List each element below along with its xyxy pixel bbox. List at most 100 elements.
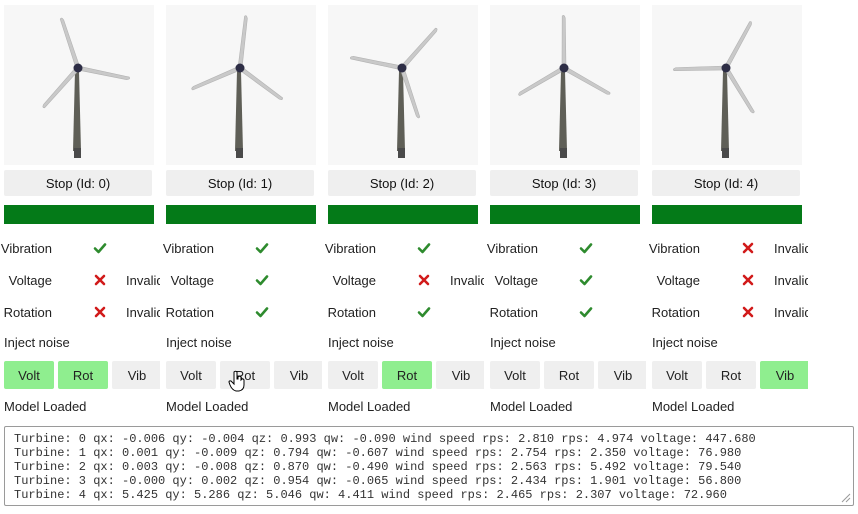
model-status: Model Loaded <box>490 399 573 414</box>
model-status: Model Loaded <box>328 399 411 414</box>
cross-icon <box>742 242 754 254</box>
rotation-label: Rotation <box>165 305 214 320</box>
status-bar <box>166 205 316 224</box>
turbine-tower <box>397 71 405 151</box>
vibration-label: Vibration <box>0 241 52 256</box>
noise-rot-button[interactable]: Rot <box>58 361 108 389</box>
check-row-voltage: Voltage <box>486 271 646 291</box>
noise-volt-button[interactable]: Volt <box>4 361 54 389</box>
noise-rot-button[interactable]: Rot <box>706 361 756 389</box>
rotation-message: Invalid <box>126 305 160 320</box>
voltage-label: Voltage <box>656 273 700 288</box>
turbine-blade <box>77 65 130 80</box>
turbine-base <box>722 148 729 158</box>
turbine-tower <box>721 71 729 151</box>
check-row-vibration: Vibration <box>162 239 322 259</box>
turbine-blade <box>59 17 81 70</box>
voltage-label: Voltage <box>170 273 214 288</box>
vibration-label: Vibration <box>324 241 376 256</box>
noise-vib-button[interactable]: Vib <box>760 361 808 389</box>
checkmark-icon <box>255 275 269 286</box>
voltage-message: Invalid <box>126 273 160 288</box>
rotation-label: Rotation <box>489 305 538 320</box>
vibration-label: Vibration <box>162 241 214 256</box>
noise-rot-button[interactable]: Rot <box>544 361 594 389</box>
check-row-vibration: Vibration <box>486 239 646 259</box>
voltage-label: Voltage <box>494 273 538 288</box>
check-row-voltage: Voltage Invalid <box>324 271 484 291</box>
noise-volt-button[interactable]: Volt <box>328 361 378 389</box>
log-line: Turbine: 2 qx: 0.003 qy: -0.008 qz: 0.87… <box>14 460 742 474</box>
noise-rot-button[interactable]: Rot <box>382 361 432 389</box>
turbine-base <box>560 148 567 158</box>
hand-cursor-icon <box>228 370 245 392</box>
check-row-vibration: Vibration <box>0 239 160 259</box>
check-row-vibration: Vibration Invalid <box>648 239 808 259</box>
turbine-view <box>4 5 154 165</box>
log-line: Turbine: 1 qx: 0.001 qy: -0.009 qz: 0.79… <box>14 446 742 460</box>
turbine-hub <box>235 63 245 73</box>
checkmark-icon <box>417 243 431 254</box>
resize-grip-icon[interactable] <box>841 493 851 503</box>
status-bar <box>490 205 640 224</box>
voltage-message: Invalid <box>774 273 808 288</box>
vibration-label: Vibration <box>486 241 538 256</box>
telemetry-log[interactable]: Turbine: 0 qx: -0.006 qy: -0.004 qz: 0.9… <box>4 426 854 506</box>
vibration-message: Invalid <box>774 241 808 256</box>
rotation-label: Rotation <box>3 305 52 320</box>
turbine-blade <box>350 56 403 71</box>
turbine-blade <box>562 65 611 95</box>
wind-turbine-icon <box>42 17 130 158</box>
turbine-blade <box>42 66 80 109</box>
checkmark-icon <box>417 307 431 318</box>
turbine-tower <box>235 71 243 151</box>
turbine-view <box>652 5 802 165</box>
turbine-view <box>166 5 316 165</box>
stop-button[interactable]: Stop (Id: 3) <box>490 170 638 196</box>
voltage-label: Voltage <box>8 273 52 288</box>
inject-noise-label: Inject noise <box>328 335 394 350</box>
turbine-view <box>490 5 640 165</box>
model-status: Model Loaded <box>166 399 249 414</box>
status-bar <box>4 205 154 224</box>
noise-volt-button[interactable]: Volt <box>166 361 216 389</box>
noise-vib-button[interactable]: Vib <box>112 361 160 389</box>
cross-icon <box>418 274 430 286</box>
inject-noise-label: Inject noise <box>4 335 70 350</box>
turbine-panels: Stop (Id: 0) Vibration Voltage Invalid Rotat… <box>0 0 858 424</box>
noise-volt-button[interactable]: Volt <box>652 361 702 389</box>
noise-volt-button[interactable]: Volt <box>490 361 540 389</box>
rotation-label: Rotation <box>651 305 700 320</box>
log-line: Turbine: 3 qx: -0.000 qy: 0.002 qz: 0.95… <box>14 474 742 488</box>
turbine-blade <box>237 15 248 69</box>
noise-vib-button[interactable]: Vib <box>598 361 646 389</box>
checkmark-icon <box>579 307 593 318</box>
turbine-panel: Stop (Id: 0) Vibration Voltage Invalid Rotat… <box>0 0 160 424</box>
turbine-base <box>236 148 243 158</box>
status-bar <box>652 205 802 224</box>
log-line: Turbine: 0 qx: -0.006 qy: -0.004 qz: 0.9… <box>14 432 756 446</box>
check-row-vibration: Vibration <box>324 239 484 259</box>
turbine-blade <box>518 65 566 96</box>
noise-vib-button[interactable]: Vib <box>274 361 322 389</box>
model-status: Model Loaded <box>4 399 87 414</box>
stop-button[interactable]: Stop (Id: 4) <box>652 170 800 196</box>
turbine-panel: Stop (Id: 4) Vibration Invalid Voltage Inval… <box>648 0 808 424</box>
stop-button[interactable]: Stop (Id: 0) <box>4 170 152 196</box>
vibration-label: Vibration <box>648 241 700 256</box>
turbine-base <box>74 148 81 158</box>
checkmark-icon <box>255 307 269 318</box>
turbine-panel: Stop (Id: 2) Vibration Voltage Invalid Rotat… <box>324 0 484 424</box>
turbine-tower <box>73 71 81 151</box>
stop-button[interactable]: Stop (Id: 1) <box>166 170 314 196</box>
check-row-voltage: Voltage Invalid <box>648 271 808 291</box>
turbine-panel: Stop (Id: 3) Vibration Voltage Rotation Inje… <box>486 0 646 424</box>
check-row-rotation: Rotation <box>162 303 322 323</box>
noise-vib-button[interactable]: Vib <box>436 361 484 389</box>
turbine-hub <box>73 63 83 73</box>
stop-button[interactable]: Stop (Id: 2) <box>328 170 476 196</box>
turbine-blade <box>723 21 752 70</box>
turbine-rotor <box>42 17 130 109</box>
turbine-panel: Stop (Id: 1) Vibration Voltage Rotation Inje… <box>162 0 322 424</box>
status-bar <box>328 205 478 224</box>
